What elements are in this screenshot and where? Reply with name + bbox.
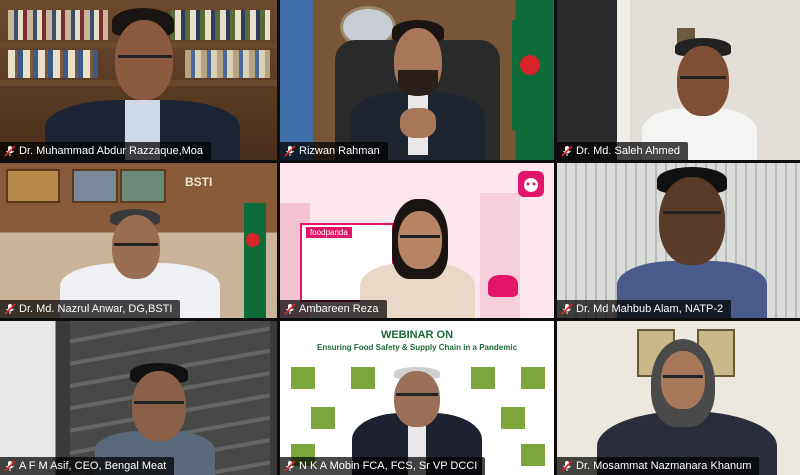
participant-name: Dr. Md Mahbub Alam, NATP-2 (576, 303, 724, 315)
participant-name-label: A F M Asif, CEO, Bengal Meat (0, 457, 175, 475)
video-tile-8[interactable]: WEBINAR ON Ensuring Food Safety & Supply… (280, 321, 554, 475)
participant-name-label: Dr. Md. Saleh Ahmed (557, 142, 688, 160)
video-tile-4[interactable]: BSTI Dr. Md. Nazrul Anwar, DG,BSTI (0, 163, 277, 318)
microphone-muted-icon (4, 303, 16, 315)
video-tile-5[interactable]: foodpanda Ambareen Reza (280, 163, 554, 318)
participant-name-label: Dr. Muhammad Abdur Razzaque,Moa (0, 142, 212, 160)
participant-name-label: Ambareen Reza (280, 300, 387, 318)
microphone-muted-icon (561, 303, 573, 315)
participant-video-person (557, 321, 800, 475)
participant-name: Dr. Md. Nazrul Anwar, DG,BSTI (19, 303, 173, 315)
participant-name: A F M Asif, CEO, Bengal Meat (19, 460, 167, 472)
microphone-muted-icon (284, 145, 296, 157)
participant-video-person (280, 0, 554, 160)
microphone-muted-icon (4, 145, 16, 157)
participant-name: Dr. Muhammad Abdur Razzaque,Moa (19, 145, 204, 157)
video-tile-9[interactable]: Dr. Mosammat Nazmanara Khanum (557, 321, 800, 475)
participant-name: Ambareen Reza (299, 303, 379, 315)
participant-name-label: Dr. Mosammat Nazmanara Khanum (557, 457, 760, 475)
participant-name: Dr. Mosammat Nazmanara Khanum (576, 460, 752, 472)
microphone-muted-icon (4, 460, 16, 472)
video-tile-7[interactable]: A F M Asif, CEO, Bengal Meat (0, 321, 277, 475)
participant-name: Dr. Md. Saleh Ahmed (576, 145, 680, 157)
participant-name: Rizwan Rahman (299, 145, 380, 157)
microphone-muted-icon (561, 145, 573, 157)
video-tile-1[interactable]: Dr. Muhammad Abdur Razzaque,Moa (0, 0, 277, 160)
participant-video-person (0, 0, 277, 160)
microphone-muted-icon (561, 460, 573, 472)
participant-video-person (557, 163, 800, 318)
participant-video-person (0, 321, 277, 475)
participant-name-label: Dr. Md Mahbub Alam, NATP-2 (557, 300, 732, 318)
participant-video-person (0, 163, 277, 318)
participant-name: N K A Mobin FCA, FCS, Sr VP DCCI (299, 460, 478, 472)
microphone-muted-icon (284, 460, 296, 472)
participant-video-person (557, 0, 800, 160)
beard (398, 70, 438, 96)
participant-name-label: Rizwan Rahman (280, 142, 388, 160)
video-gallery-grid: Dr. Muhammad Abdur Razzaque,Moa Rizwan R… (0, 0, 800, 475)
hands (400, 108, 436, 138)
video-tile-2[interactable]: Rizwan Rahman (280, 0, 554, 160)
video-tile-6[interactable]: Dr. Md Mahbub Alam, NATP-2 (557, 163, 800, 318)
participant-video-person (280, 163, 554, 318)
microphone-muted-icon (284, 303, 296, 315)
participant-video-person (280, 321, 554, 475)
video-tile-3[interactable]: Dr. Md. Saleh Ahmed (557, 0, 800, 160)
participant-name-label: N K A Mobin FCA, FCS, Sr VP DCCI (280, 457, 486, 475)
participant-name-label: Dr. Md. Nazrul Anwar, DG,BSTI (0, 300, 181, 318)
